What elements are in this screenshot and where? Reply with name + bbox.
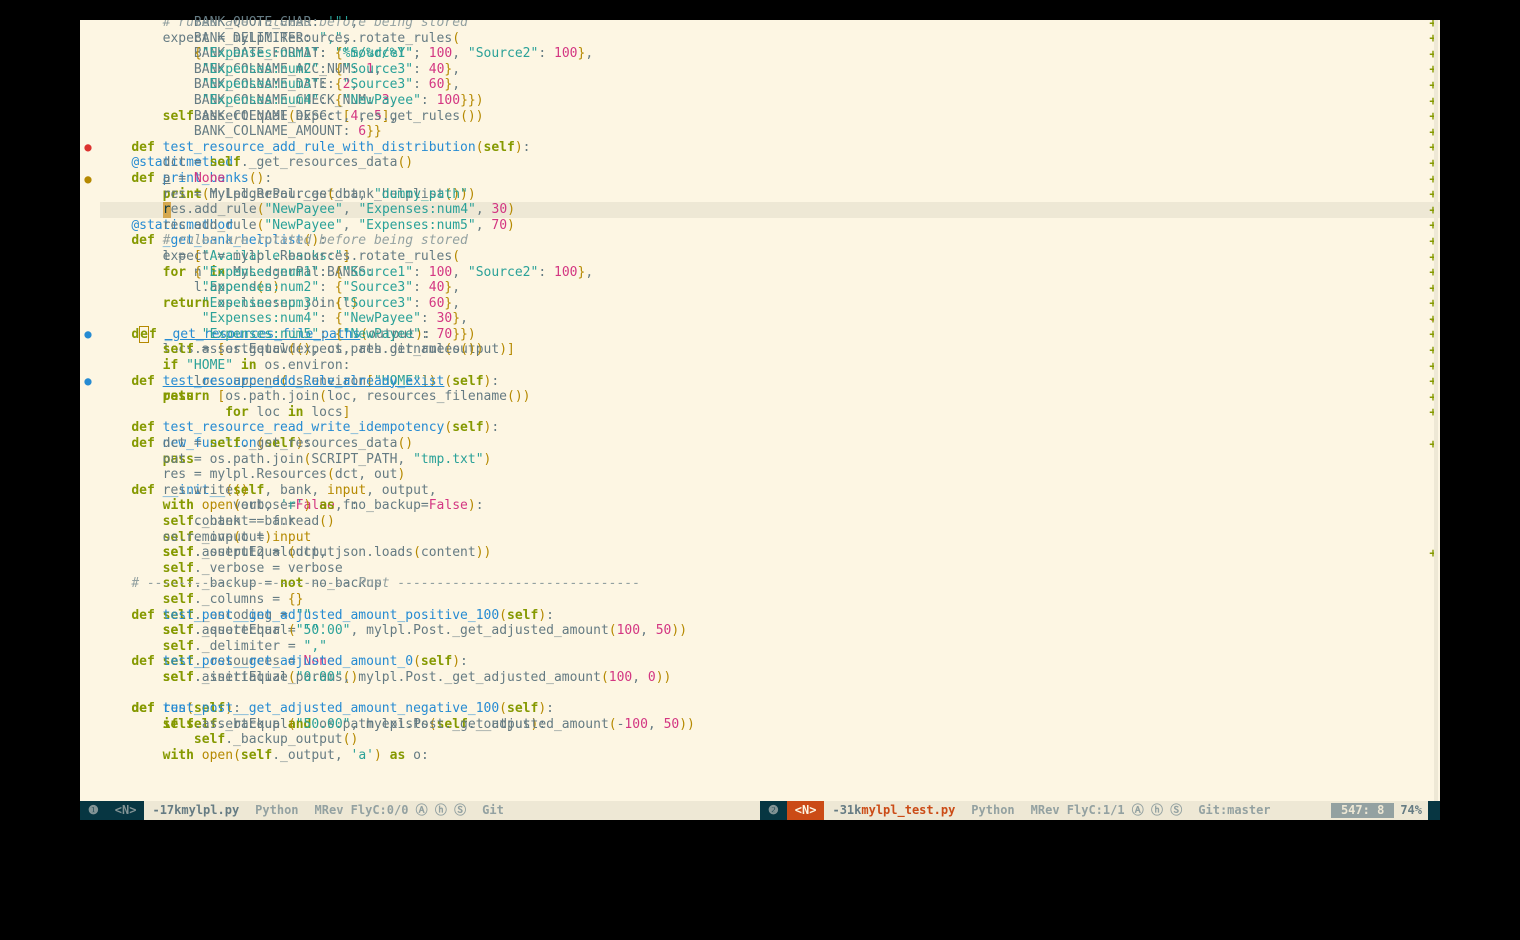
editor-frame: ● BANK_QUOTE_CHAR: '"', BANK_DELIMITER: … bbox=[80, 20, 1440, 820]
code-line[interactable] bbox=[100, 405, 1440, 421]
window-number-icon: ❶ bbox=[80, 801, 107, 820]
window-number-icon: ❷ bbox=[760, 801, 787, 820]
code-line[interactable]: "Expenses:num4": {"NewPayee": 100}}) bbox=[100, 93, 1440, 109]
code-line[interactable]: with open(out, 'r') as f: bbox=[100, 498, 1440, 514]
buffer-name: mylpl.py bbox=[181, 803, 239, 817]
git-branch-indicator[interactable]: Git:master bbox=[1190, 801, 1278, 820]
right-code[interactable]: # rules are rotated before being stored … bbox=[80, 20, 1440, 748]
code-line[interactable] bbox=[100, 592, 1440, 608]
code-line[interactable]: dct = self._get_resources_data() bbox=[100, 436, 1440, 452]
code-line[interactable]: # rules are rotated before being stored bbox=[100, 233, 1440, 249]
code-line[interactable]: def test_post__get_adjusted_amount_negat… bbox=[100, 701, 1440, 717]
code-line[interactable]: dct = self._get_resources_data() bbox=[100, 155, 1440, 171]
code-line[interactable]: res.add_rule("NewPayee", "Expenses:num4"… bbox=[100, 202, 1440, 218]
code-line[interactable]: out = os.path.join(SCRIPT_PATH, "tmp.txt… bbox=[100, 452, 1440, 468]
evil-state-indicator: <N> bbox=[787, 801, 825, 820]
right-pane[interactable]: ●●● # rules are rotated before being sto… bbox=[80, 20, 1440, 801]
code-line[interactable]: "Expenses:num4": {"NewPayee": 30}, bbox=[100, 311, 1440, 327]
buffer-size: - 31k mylpl_test.py bbox=[824, 801, 963, 820]
code-line[interactable]: "Expenses:num5": {"NewPayee": 70}}) bbox=[100, 327, 1440, 343]
major-mode[interactable]: Python bbox=[247, 801, 306, 820]
code-line[interactable]: def test_resource_read_write_idempotency… bbox=[100, 420, 1440, 436]
code-line[interactable]: "Expenses:num3": {"Source3": 60}, bbox=[100, 296, 1440, 312]
code-line[interactable]: def test_resource_add_Rule_already_exist… bbox=[100, 374, 1440, 390]
code-line[interactable]: "Expenses:num3": {"Source3": 60}, bbox=[100, 77, 1440, 93]
major-mode[interactable]: Python bbox=[963, 801, 1022, 820]
code-line[interactable]: # rules are rotated before being stored bbox=[100, 20, 1440, 31]
code-line[interactable]: # -------------------------- Post ------… bbox=[100, 576, 1440, 592]
scroll-percentage: 74% bbox=[1394, 803, 1428, 817]
code-line[interactable] bbox=[100, 732, 1440, 748]
code-line[interactable]: res = mylpl.Resources(dct, out) bbox=[100, 467, 1440, 483]
modeline-row: ❶ <N> - 17k mylpl.py Python MRev FlyC:0/… bbox=[80, 801, 1440, 820]
buffer-size: - 17k mylpl.py bbox=[144, 801, 247, 820]
code-line[interactable]: "Expenses:num2": {"Source3": 40}, bbox=[100, 62, 1440, 78]
code-line[interactable]: def test_resource_add_rule_with_distribu… bbox=[100, 140, 1440, 156]
code-line[interactable]: self.assertEqual("50.00", mylpl.Post._ge… bbox=[100, 623, 1440, 639]
code-line[interactable]: {"Expenses:num1": {"Source1": 100, "Sour… bbox=[100, 265, 1440, 281]
code-line[interactable]: {"Expenses:num1": {"Source1": 100, "Sour… bbox=[100, 46, 1440, 62]
code-line[interactable] bbox=[100, 358, 1440, 374]
code-line[interactable]: self.assertEqual(dct, json.loads(content… bbox=[100, 545, 1440, 561]
evil-state-indicator: <N> bbox=[107, 801, 145, 820]
code-line[interactable]: expect = mylpl.Resources.rotate_rules( bbox=[100, 249, 1440, 265]
modeline-right[interactable]: ❷ <N> - 31k mylpl_test.py Python MRev Fl… bbox=[760, 801, 1440, 820]
code-line[interactable]: content = f.read() bbox=[100, 514, 1440, 530]
code-line[interactable]: res.write() bbox=[100, 483, 1440, 499]
code-line[interactable]: def test_post__get_adjusted_amount_0(sel… bbox=[100, 654, 1440, 670]
code-line[interactable]: expect = mylpl.Resources.rotate_rules( bbox=[100, 31, 1440, 47]
minimap[interactable] bbox=[1434, 20, 1438, 801]
code-line[interactable]: "Expenses:num2": {"Source3": 40}, bbox=[100, 280, 1440, 296]
code-line[interactable] bbox=[100, 639, 1440, 655]
code-line[interactable]: os.remove(out) bbox=[100, 530, 1440, 546]
code-line[interactable]: pass bbox=[100, 389, 1440, 405]
code-line[interactable]: res = mylpl.Resources(dct, "dummy_path") bbox=[100, 187, 1440, 203]
code-line[interactable]: self.assertEqual(expect, res.get_rules()… bbox=[100, 109, 1440, 125]
code-line[interactable]: a = None bbox=[100, 171, 1440, 187]
code-line[interactable] bbox=[100, 686, 1440, 702]
split-container: ● BANK_QUOTE_CHAR: '"', BANK_DELIMITER: … bbox=[80, 20, 1440, 801]
cursor-position: 547: 8 bbox=[1331, 803, 1394, 817]
code-line[interactable]: res.add_rule("NewPayee", "Expenses:num5"… bbox=[100, 218, 1440, 234]
code-line[interactable] bbox=[100, 561, 1440, 577]
code-line[interactable]: self.assertEqual("0.00", mylpl.Post._get… bbox=[100, 670, 1440, 686]
code-line[interactable]: def test_post__get_adjusted_amount_posit… bbox=[100, 608, 1440, 624]
code-line[interactable] bbox=[100, 124, 1440, 140]
git-branch-indicator[interactable]: Git bbox=[474, 801, 512, 820]
modeline-left[interactable]: ❶ <N> - 17k mylpl.py Python MRev FlyC:0/… bbox=[80, 801, 760, 820]
minor-modes[interactable]: MRev FlyC:1/1 Ⓐ ⓗ Ⓢ bbox=[1023, 801, 1191, 820]
code-line[interactable]: self.assertEqual(expect, res.get_rules()… bbox=[100, 342, 1440, 358]
minor-modes[interactable]: MRev FlyC:0/0 Ⓐ ⓗ Ⓢ bbox=[307, 801, 475, 820]
buffer-name: mylpl_test.py bbox=[861, 803, 955, 817]
code-line[interactable]: self.assertEqual("50.00", mylpl.Post._ge… bbox=[100, 717, 1440, 733]
